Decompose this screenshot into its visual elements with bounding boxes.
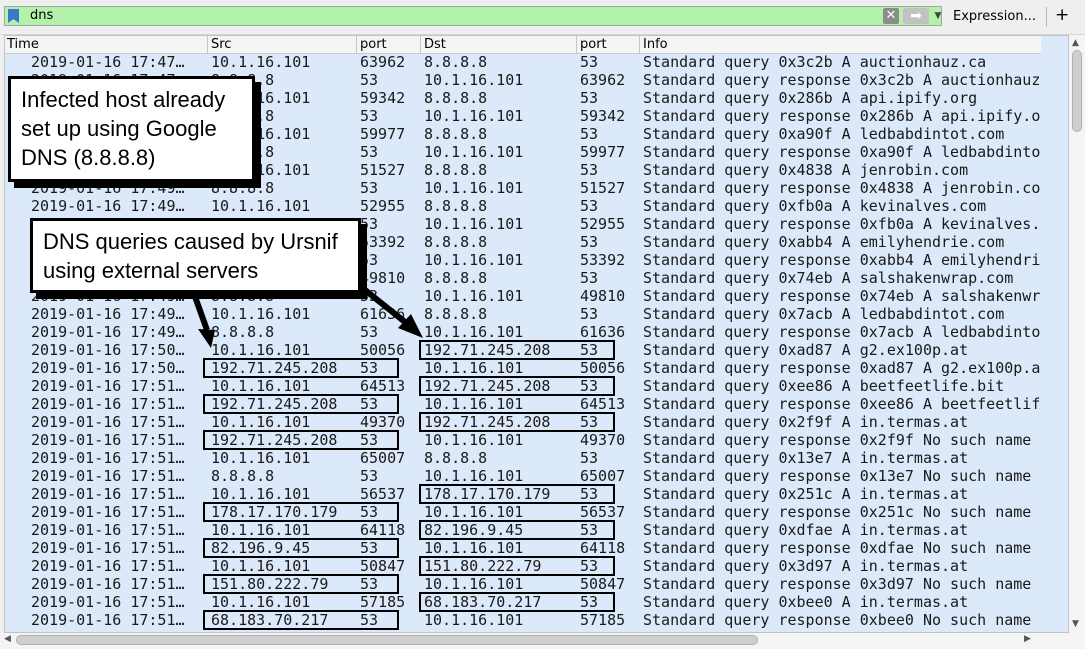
arrow-to-dst-column <box>363 287 423 338</box>
annotation-arrows <box>190 287 423 348</box>
arrow-to-src-column <box>190 289 215 348</box>
